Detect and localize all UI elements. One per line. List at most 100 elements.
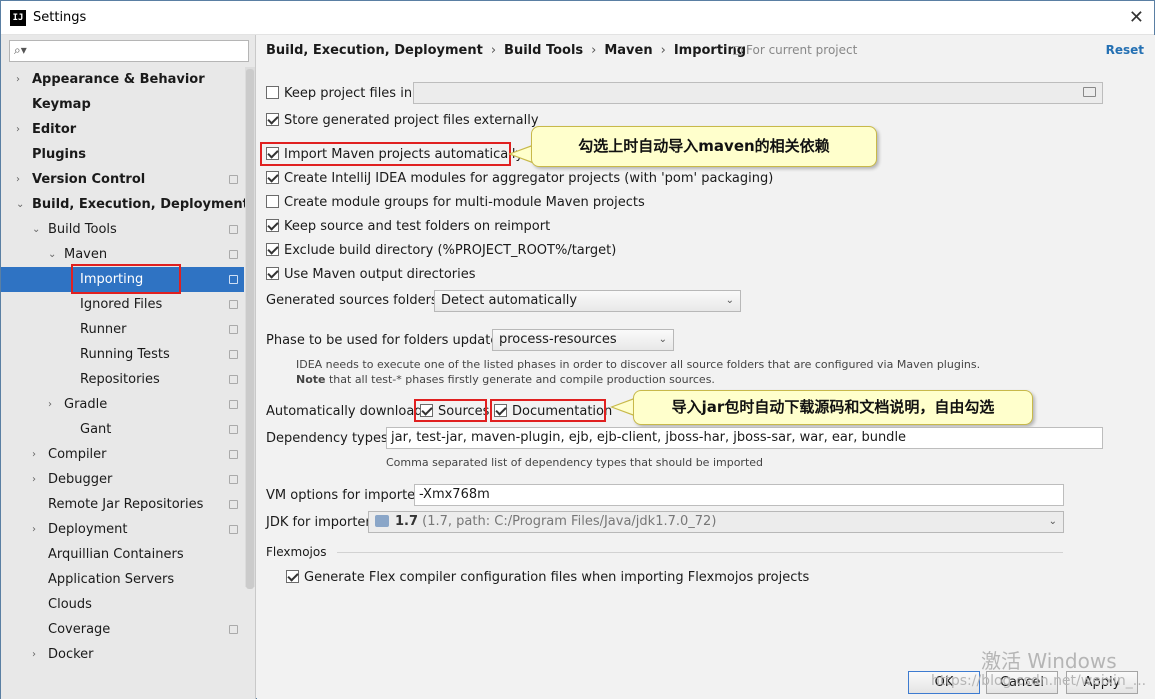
settings-sidebar: ⌕▾ › Appearance & Behavior Keymap › Editor Pl… (1, 35, 256, 699)
sidebar-item-running-tests[interactable]: Running Tests (1, 342, 244, 367)
breadcrumb-separator: › (660, 43, 666, 58)
exclude-build-checkbox[interactable] (266, 243, 279, 256)
jdk-dropdown[interactable]: 1.7 (1.7, path: C:/Program Files/Java/jd… (368, 511, 1064, 533)
chevron-right-icon[interactable]: › (32, 642, 44, 667)
sidebar-item-plugins[interactable]: Plugins (1, 142, 244, 167)
vm-options-input[interactable]: -Xmx768m (414, 484, 1064, 506)
sidebar-item-label: Deployment (48, 522, 128, 537)
create-modules-option[interactable]: Create IntelliJ IDEA modules for aggrega… (266, 171, 773, 186)
sidebar-item-label: Gant (80, 422, 112, 437)
sidebar-item-deployment[interactable]: › Deployment (1, 517, 244, 542)
callout-pointer (613, 399, 635, 415)
use-output-dirs-checkbox[interactable] (266, 267, 279, 280)
chevron-right-icon[interactable]: › (48, 392, 60, 417)
sidebar-item-application-servers[interactable]: Application Servers (1, 567, 244, 592)
sidebar-item-keymap[interactable]: Keymap (1, 92, 244, 117)
cancel-button[interactable]: Cancel (986, 671, 1058, 694)
exclude-build-option[interactable]: Exclude build directory (%PROJECT_ROOT%/… (266, 243, 616, 258)
search-input[interactable] (34, 42, 244, 60)
section-divider (337, 552, 1063, 553)
apply-button[interactable]: Apply (1066, 671, 1138, 694)
chevron-right-icon[interactable]: › (32, 442, 44, 467)
chevron-down-icon[interactable]: ⌄ (48, 242, 60, 267)
phase-dropdown[interactable]: process-resources ⌄ (492, 329, 674, 351)
keep-source-folders-checkbox[interactable] (266, 219, 279, 232)
sidebar-item-label: Build Tools (48, 222, 117, 237)
project-scope-icon (229, 175, 238, 184)
sidebar-item-remote-jar-repositories[interactable]: Remote Jar Repositories (1, 492, 244, 517)
create-modules-checkbox[interactable] (266, 171, 279, 184)
flex-config-checkbox[interactable] (286, 570, 299, 583)
close-icon[interactable]: ✕ (1129, 7, 1144, 29)
chevron-down-icon[interactable]: ⌄ (32, 217, 44, 242)
reset-link[interactable]: Reset (1106, 43, 1144, 57)
module-groups-label: Create module groups for multi-module Ma… (284, 195, 645, 210)
module-groups-option[interactable]: Create module groups for multi-module Ma… (266, 195, 645, 210)
exclude-build-label: Exclude build directory (%PROJECT_ROOT%/… (284, 243, 617, 258)
sidebar-item-label: Remote Jar Repositories (48, 497, 204, 512)
project-scope-icon (229, 425, 238, 434)
sidebar-item-label: Docker (48, 647, 94, 662)
sidebar-item-debugger[interactable]: › Debugger (1, 467, 244, 492)
project-scope-icon (229, 625, 238, 634)
jdk-label: JDK for importer: (266, 515, 375, 530)
sources-checkbox[interactable] (420, 404, 433, 417)
flexmojos-section-title: Flexmojos (266, 545, 327, 559)
store-externally-checkbox[interactable] (266, 113, 279, 126)
sidebar-item-gant[interactable]: Gant (1, 417, 244, 442)
sidebar-item-importing[interactable]: Importing (1, 264, 244, 294)
sidebar-item-build-tools[interactable]: ⌄ Build Tools (1, 217, 244, 242)
window-title: Settings (33, 10, 87, 25)
generated-sources-dropdown[interactable]: Detect automatically ⌄ (434, 290, 741, 312)
chevron-right-icon[interactable]: › (32, 517, 44, 542)
sidebar-item-label: Arquillian Containers (48, 547, 184, 562)
keep-project-files-checkbox[interactable] (266, 86, 279, 99)
chevron-down-icon[interactable]: ⌄ (16, 192, 28, 217)
chevron-right-icon[interactable]: › (16, 167, 28, 192)
documentation-option[interactable]: Documentation (494, 404, 612, 419)
sidebar-item-clouds[interactable]: Clouds (1, 592, 244, 617)
dependency-types-input[interactable]: jar, test-jar, maven-plugin, ejb, ejb-cl… (386, 427, 1103, 449)
sidebar-item-label: Runner (80, 322, 127, 337)
chevron-right-icon[interactable]: › (16, 117, 28, 142)
sidebar-item-build-execution-deployment[interactable]: ⌄ Build, Execution, Deployment (1, 192, 249, 217)
sidebar-item-version-control[interactable]: › Version Control (1, 167, 244, 192)
sidebar-item-maven[interactable]: ⌄ Maven (1, 242, 244, 267)
project-scope-icon (229, 450, 238, 459)
sidebar-item-repositories[interactable]: Repositories (1, 367, 244, 392)
project-scope-icon (229, 525, 238, 534)
for-current-project-label: For current project (746, 43, 858, 57)
module-groups-checkbox[interactable] (266, 195, 279, 208)
search-field[interactable]: ⌕▾ (9, 40, 249, 62)
store-externally-option[interactable]: Store generated project files externally (266, 113, 539, 128)
sidebar-item-editor[interactable]: › Editor (1, 117, 244, 142)
keep-project-files-option[interactable]: Keep project files in: (266, 86, 416, 101)
keep-source-folders-option[interactable]: Keep source and test folders on reimport (266, 219, 550, 234)
sidebar-item-runner[interactable]: Runner (1, 317, 244, 342)
flex-config-option[interactable]: Generate Flex compiler configuration fil… (286, 570, 809, 585)
settings-tree: › Appearance & Behavior Keymap › Editor Plugi… (1, 67, 249, 667)
chevron-right-icon[interactable]: › (16, 67, 28, 92)
annotation-callout-download: 导入jar包时自动下载源码和文档说明，自由勾选 (633, 390, 1033, 425)
sidebar-item-label: Plugins (32, 147, 86, 162)
use-output-dirs-option[interactable]: Use Maven output directories (266, 267, 476, 282)
chevron-right-icon[interactable]: › (32, 467, 44, 492)
generated-sources-label: Generated sources folders: (266, 293, 443, 308)
project-scope-icon (229, 400, 238, 409)
sidebar-scrollbar-thumb[interactable] (246, 69, 254, 589)
sidebar-item-label: Debugger (48, 472, 113, 487)
callout-pointer (511, 146, 533, 162)
import-automatically-option[interactable]: Import Maven projects automatically (266, 147, 523, 162)
sidebar-item-docker[interactable]: › Docker (1, 642, 244, 667)
documentation-checkbox[interactable] (494, 404, 507, 417)
sidebar-item-arquillian-containers[interactable]: Arquillian Containers (1, 542, 244, 567)
sidebar-item-appearance-behavior[interactable]: › Appearance & Behavior (1, 67, 244, 92)
sidebar-item-compiler[interactable]: › Compiler (1, 442, 244, 467)
sidebar-item-gradle[interactable]: › Gradle (1, 392, 244, 417)
ok-button[interactable]: OK (908, 671, 980, 694)
sources-option[interactable]: Sources (420, 404, 489, 419)
sidebar-item-coverage[interactable]: Coverage (1, 617, 244, 642)
breadcrumb-item: Build, Execution, Deployment (266, 43, 483, 58)
sidebar-item-ignored-files[interactable]: Ignored Files (1, 292, 244, 317)
import-automatically-checkbox[interactable] (266, 147, 279, 160)
